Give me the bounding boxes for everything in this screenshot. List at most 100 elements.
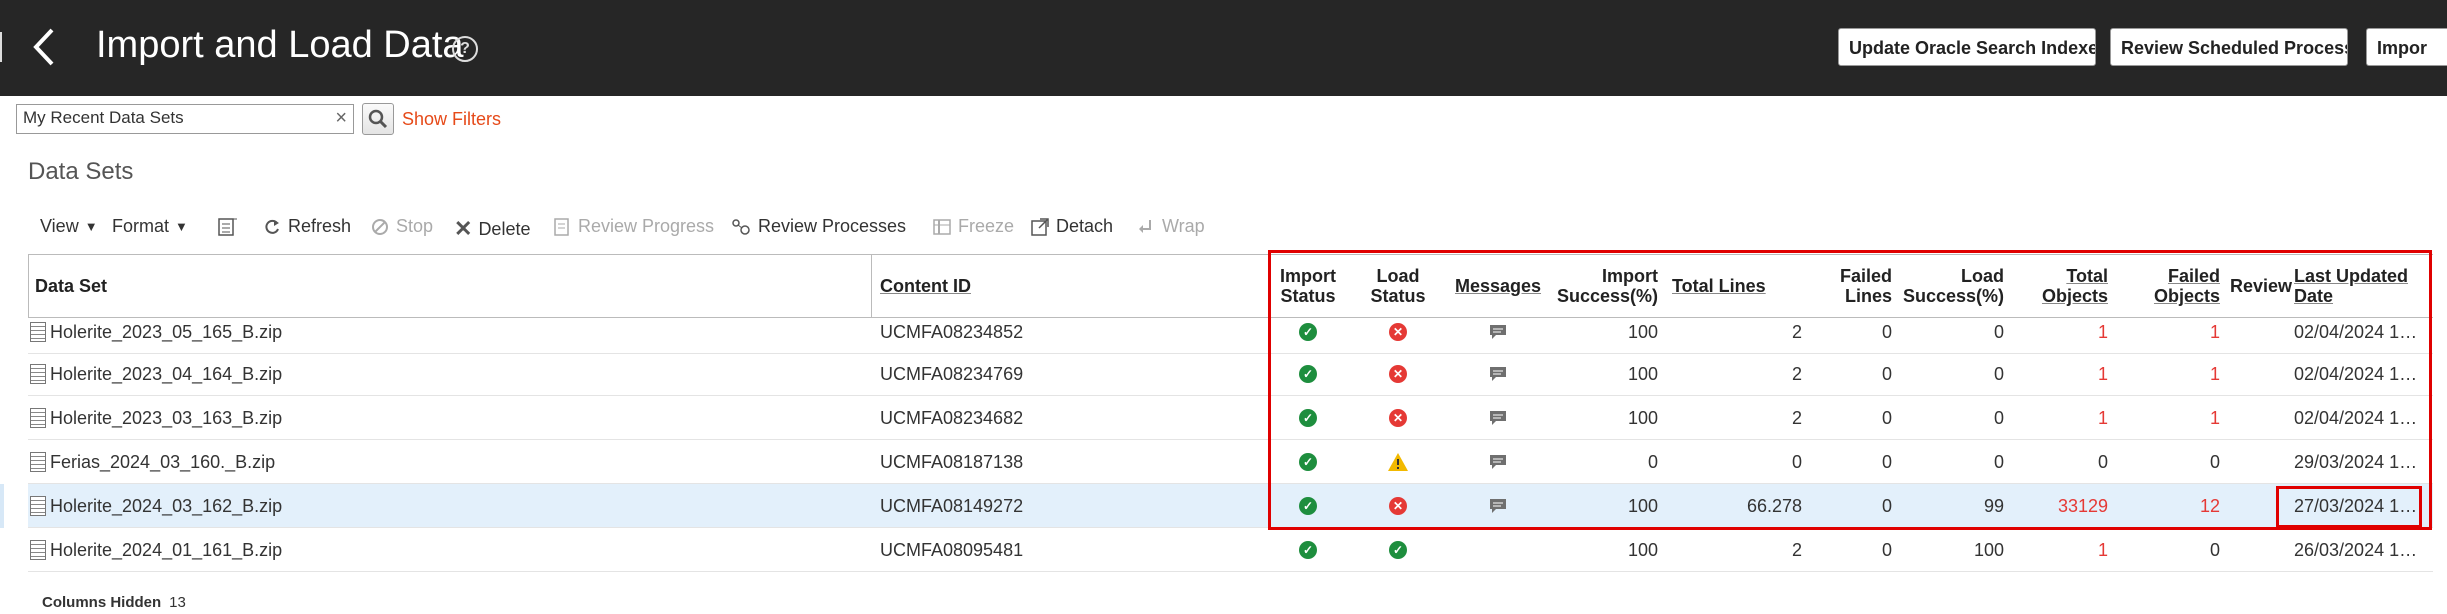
review-processes-button[interactable]: Review Processes	[730, 216, 906, 237]
failed-objects-cell[interactable]: 1	[2118, 352, 2220, 396]
col-load-success[interactable]: Load Success(%)	[1894, 255, 2004, 317]
col-data-set[interactable]: Data Set	[28, 255, 872, 317]
view-menu[interactable]: View ▼	[40, 216, 98, 237]
messages-cell[interactable]	[1448, 484, 1548, 528]
import-success-cell: 0	[1647, 451, 1658, 472]
data-set-cell[interactable]: Holerite_2024_03_162_B.zip	[30, 484, 870, 528]
col-truncated[interactable]: ER	[2432, 255, 2433, 317]
col-content-id[interactable]: Content ID	[880, 255, 1260, 317]
table-row[interactable]: Holerite_2024_01_161_B.zip UCMFA08095481 ✓…	[28, 528, 2433, 572]
messages-cell[interactable]	[1448, 440, 1548, 484]
messages-cell[interactable]	[1448, 528, 1548, 572]
failed-objects-cell[interactable]: 12	[2118, 484, 2220, 528]
review-cell[interactable]	[2224, 352, 2298, 396]
col-import-success-label-1: Import	[1602, 266, 1658, 286]
search-button[interactable]	[362, 103, 394, 135]
col-last-updated-date[interactable]: Last Updated Date	[2294, 255, 2420, 317]
message-icon	[1490, 455, 1506, 469]
load-status-error-icon: ✕	[1389, 409, 1407, 427]
total-objects-cell[interactable]: 0	[2008, 440, 2108, 484]
show-filters-link[interactable]: Show Filters	[402, 109, 501, 130]
messages-cell[interactable]	[1448, 396, 1548, 440]
data-set-cell[interactable]: Holerite_2023_04_164_B.zip	[30, 352, 870, 396]
table-row[interactable]: Holerite_2023_04_164_B.zip UCMFA08234769 ✓…	[28, 352, 2433, 396]
message-icon	[1490, 325, 1506, 339]
messages-cell[interactable]	[1448, 310, 1548, 354]
col-failed-objects[interactable]: Failed Objects	[2118, 255, 2220, 317]
clear-icon[interactable]: ×	[335, 107, 347, 130]
import-status-success-icon: ✓	[1299, 365, 1317, 383]
message-icon	[1490, 367, 1506, 381]
total-objects-cell[interactable]: 1	[2008, 396, 2108, 440]
table-row[interactable]: Ferias_2024_03_160._B.zip UCMFA08187138 ✓ 0…	[28, 440, 2433, 484]
col-load-status[interactable]: Load Status	[1358, 255, 1438, 317]
update-oracle-search-indexes-button[interactable]: Update Oracle Search Indexes	[1838, 28, 2096, 66]
import-status-cell: ✓	[1268, 352, 1348, 396]
data-set-cell[interactable]: Ferias_2024_03_160._B.zip	[30, 440, 870, 484]
saved-search-field[interactable]: ×	[16, 104, 354, 134]
total-objects-cell[interactable]: 1	[2008, 528, 2108, 572]
total-objects-cell[interactable]: 33129	[2008, 484, 2108, 528]
col-import-success[interactable]: Import Success(%)	[1557, 255, 1658, 317]
data-set-cell[interactable]: Holerite_2023_05_165_B.zip	[30, 310, 870, 354]
saved-search-input[interactable]	[17, 105, 329, 131]
load-status-cell: ✓	[1358, 528, 1438, 572]
col-review[interactable]: Review	[2224, 255, 2298, 317]
review-progress-button[interactable]: Review Progress	[552, 216, 714, 237]
failed-objects-cell[interactable]: 1	[2118, 310, 2220, 354]
data-set-name[interactable]: Ferias_2024_03_160._B.zip	[50, 452, 275, 473]
col-messages[interactable]: Messages	[1448, 255, 1548, 317]
data-set-name[interactable]: Holerite_2024_01_161_B.zip	[50, 540, 282, 561]
caret-down-icon: ▼	[175, 219, 188, 234]
freeze-button[interactable]: Freeze	[932, 216, 1014, 237]
failed-objects-cell[interactable]: 0	[2118, 440, 2220, 484]
col-failed-lines-label-2: Lines	[1844, 286, 1892, 306]
col-failed-lines[interactable]: Failed Lines	[1808, 255, 1892, 317]
delete-button[interactable]: ✕ Delete	[454, 216, 530, 242]
data-set-cell[interactable]: Holerite_2023_03_163_B.zip	[30, 396, 870, 440]
col-failed-lines-label: Failed Lines	[1840, 266, 1892, 306]
import-status-cell: ✓	[1268, 396, 1348, 440]
total-objects-cell[interactable]: 1	[2008, 352, 2108, 396]
table-row[interactable]: Holerite_2023_05_165_B.zip UCMFA08234852 ✓…	[28, 310, 2433, 354]
last-updated-cell: 02/04/2024 1…	[2294, 363, 2418, 384]
col-total-objects[interactable]: Total Objects	[2008, 255, 2108, 317]
data-set-name[interactable]: Holerite_2023_04_164_B.zip	[50, 364, 282, 385]
page-header: Import and Load Data ? Update Oracle Sea…	[0, 0, 2447, 96]
data-set-name[interactable]: Holerite_2024_03_162_B.zip	[50, 496, 282, 517]
review-cell[interactable]	[2224, 440, 2298, 484]
review-cell[interactable]	[2224, 396, 2298, 440]
content-id-cell: UCMFA08149272	[880, 495, 1024, 516]
data-set-name[interactable]: Holerite_2023_05_165_B.zip	[50, 322, 282, 343]
failed-objects-cell[interactable]: 0	[2118, 528, 2220, 572]
help-icon[interactable]: ?	[452, 36, 478, 62]
import-button[interactable]: Impor	[2366, 28, 2447, 66]
failed-lines-cell: 0	[1881, 539, 1892, 560]
import-status-success-icon: ✓	[1299, 409, 1317, 427]
messages-cell[interactable]	[1448, 352, 1548, 396]
import-status-success-icon: ✓	[1299, 497, 1317, 515]
stop-button[interactable]: Stop	[370, 216, 433, 237]
wrap-button[interactable]: Wrap	[1136, 216, 1205, 237]
table-row[interactable]: Holerite_2023_03_163_B.zip UCMFA08234682 ✓…	[28, 396, 2433, 440]
review-cell[interactable]	[2224, 528, 2298, 572]
total-objects-cell[interactable]: 1	[2008, 310, 2108, 354]
detach-button[interactable]: Detach	[1030, 216, 1113, 237]
wrap-icon	[1139, 219, 1151, 233]
load-success-cell: 100	[1973, 539, 2004, 560]
col-data-set-label: Data Set	[35, 276, 108, 296]
format-menu[interactable]: Format ▼	[112, 216, 188, 237]
review-cell[interactable]	[2224, 484, 2298, 528]
data-set-cell[interactable]: Holerite_2024_01_161_B.zip	[30, 528, 870, 572]
table-row[interactable]: Holerite_2024_03_162_B.zip UCMFA08149272 ✓…	[28, 484, 2433, 528]
back-button[interactable]	[24, 22, 64, 72]
col-total-lines[interactable]: Total Lines	[1672, 255, 1802, 317]
review-scheduled-processes-button[interactable]: Review Scheduled Processes	[2110, 28, 2348, 66]
col-import-status[interactable]: Import Status	[1268, 255, 1348, 317]
review-cell[interactable]	[2224, 310, 2298, 354]
header-edge-handle[interactable]	[0, 32, 5, 62]
data-set-name[interactable]: Holerite_2023_03_163_B.zip	[50, 408, 282, 429]
query-by-example-button[interactable]	[216, 216, 238, 238]
refresh-button[interactable]: Refresh	[262, 216, 351, 237]
failed-objects-cell[interactable]: 1	[2118, 396, 2220, 440]
